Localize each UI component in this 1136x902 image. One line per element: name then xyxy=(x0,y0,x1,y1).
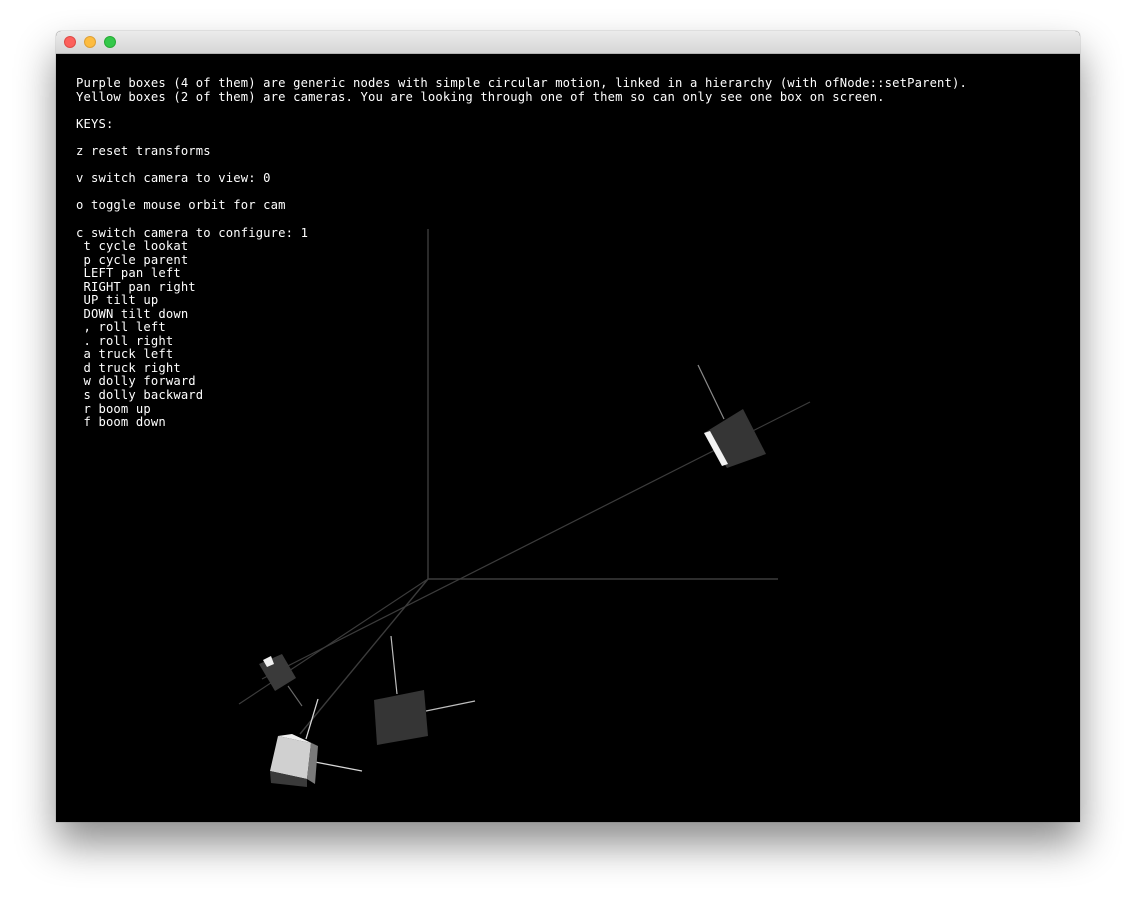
close-button[interactable] xyxy=(64,36,76,48)
world-axes xyxy=(299,229,778,735)
zoom-button[interactable] xyxy=(104,36,116,48)
keys-header: KEYS: xyxy=(76,117,114,131)
info-line-cameras: Yellow boxes (2 of them) are cameras. Yo… xyxy=(76,90,885,104)
key-sub-dolly-forward: w dolly forward xyxy=(76,374,196,388)
key-sub-lookat: t cycle lookat xyxy=(76,239,189,253)
key-sub-tilt-up: UP tilt up xyxy=(76,293,159,307)
scene-canvas[interactable] xyxy=(56,54,1080,822)
key-sub-dolly-backward: s dolly backward xyxy=(76,388,204,402)
app-window: Purple boxes (4 of them) are generic nod… xyxy=(56,31,1080,822)
3d-viewport[interactable]: Purple boxes (4 of them) are generic nod… xyxy=(56,54,1080,822)
key-sub-boom-down: f boom down xyxy=(76,415,166,429)
node-box-center xyxy=(374,635,476,745)
key-sub-roll-left: , roll left xyxy=(76,320,166,334)
node-box-bottom xyxy=(270,698,363,787)
key-reset: z reset transforms xyxy=(76,144,211,158)
key-orbit: o toggle mouse orbit for cam xyxy=(76,198,286,212)
key-sub-pan-left: LEFT pan left xyxy=(76,266,181,280)
minimize-button[interactable] xyxy=(84,36,96,48)
key-switch-view: v switch camera to view: 0 xyxy=(76,171,271,185)
title-bar[interactable] xyxy=(56,31,1080,54)
node-box-far xyxy=(697,364,766,468)
key-sub-truck-left: a truck left xyxy=(76,347,174,361)
info-line-nodes: Purple boxes (4 of them) are generic nod… xyxy=(76,76,968,90)
